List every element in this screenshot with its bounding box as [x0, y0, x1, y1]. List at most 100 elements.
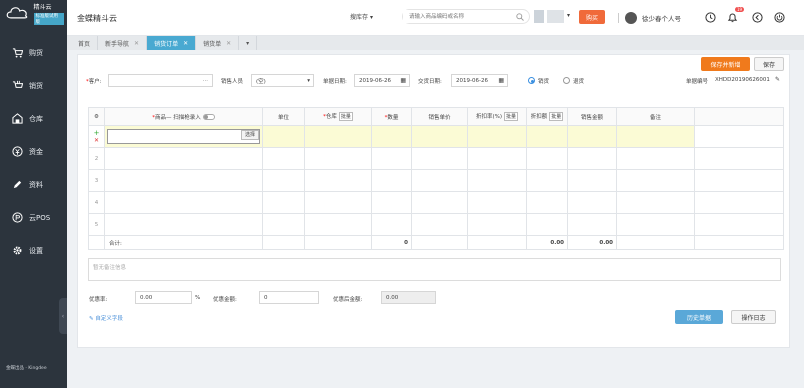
- settings-column-header[interactable]: ⚙: [88, 107, 105, 126]
- sidebar-item-purchase[interactable]: 购货: [0, 36, 67, 69]
- sidebar-item-label: 购货: [29, 48, 43, 57]
- table-row: 3: [88, 169, 784, 192]
- tab-sales-order[interactable]: 销货订单 ✕: [147, 36, 197, 50]
- sidebar-item-pos[interactable]: 云POS: [0, 201, 67, 234]
- col-discount-amount: 折扣额 批量: [526, 107, 568, 126]
- buy-button[interactable]: 购买: [579, 10, 605, 24]
- radio-sell[interactable]: [528, 77, 535, 84]
- row-actions: + ✕: [88, 125, 105, 148]
- total-qty: 0: [371, 235, 412, 250]
- col-product: *商品— 扫描枪录入: [104, 107, 263, 126]
- product-cell[interactable]: 选择: [104, 125, 263, 148]
- price-cell[interactable]: [411, 125, 468, 148]
- remark-textarea[interactable]: 暂无备注信息: [88, 258, 781, 281]
- sidebar-item-funds[interactable]: 资金: [0, 135, 67, 168]
- sidebar-item-label: 资料: [29, 180, 43, 189]
- gear-icon: [13, 246, 22, 255]
- salesperson-label: 销售人员: [221, 79, 244, 85]
- caret-down-icon[interactable]: ▾: [567, 12, 570, 19]
- sidebar-item-sales[interactable]: 销货: [0, 69, 67, 102]
- save-button[interactable]: 保存: [754, 57, 784, 71]
- sidebar-item-label: 销货: [29, 81, 43, 90]
- discount-amount-field[interactable]: 0: [259, 291, 319, 304]
- remark-cell[interactable]: [616, 125, 695, 148]
- col-discount-amount-label: 折扣额: [530, 114, 548, 120]
- tab-bar: 首页 新手导航 ✕ 销货订单 ✕ 销货单 ✕ ▾: [67, 36, 804, 50]
- discount-rate-cell[interactable]: [467, 125, 527, 148]
- clock-icon[interactable]: [705, 12, 716, 23]
- sidebar-item-label: 云POS: [29, 213, 51, 222]
- edit-icon[interactable]: ✎: [775, 76, 780, 83]
- close-icon[interactable]: ✕: [226, 40, 231, 47]
- row-number: 4: [88, 191, 105, 214]
- delete-row-icon[interactable]: ✕: [90, 137, 104, 144]
- back-icon[interactable]: [752, 12, 763, 23]
- doc-date-field[interactable]: 2019-06-26 ▦: [354, 74, 410, 87]
- money-icon: [12, 146, 23, 157]
- tab-label: 销货订单: [154, 40, 179, 48]
- total-label: 合计:: [104, 235, 263, 250]
- user-name[interactable]: 徐少春个人号: [642, 13, 681, 23]
- pen-icon: [13, 180, 22, 189]
- tab-label: 新手导航: [105, 40, 130, 48]
- sales-amount-cell[interactable]: [567, 125, 617, 148]
- tab-home[interactable]: 首页: [71, 36, 99, 50]
- warehouse-cell[interactable]: [304, 125, 372, 148]
- col-product-hint: — 扫描枪录入: [166, 114, 201, 121]
- history-docs-button[interactable]: 历史单据: [675, 310, 723, 324]
- calendar-icon[interactable]: ▦: [400, 77, 406, 84]
- gear-icon[interactable]: ⚙: [94, 114, 99, 120]
- calendar-icon[interactable]: ▦: [498, 77, 504, 84]
- sidebar-item-data[interactable]: 资料: [0, 168, 67, 201]
- close-icon[interactable]: ✕: [134, 40, 139, 47]
- delivery-date-label: 交货日期:: [418, 79, 442, 85]
- bell-icon[interactable]: [727, 12, 738, 23]
- qty-cell[interactable]: [371, 125, 412, 148]
- select-product-button[interactable]: 选择: [240, 130, 259, 140]
- custom-fields-link[interactable]: ✎ 自定义字段: [89, 314, 123, 322]
- customer-label: *客户:: [86, 79, 102, 85]
- search-icon[interactable]: [516, 13, 524, 21]
- sidebar-collapse-handle[interactable]: ‹: [59, 298, 67, 334]
- scanner-toggle[interactable]: [202, 114, 215, 120]
- warehouse-bulk-button[interactable]: 批量: [338, 112, 353, 121]
- sidebar-item-warehouse[interactable]: 仓库: [0, 102, 67, 135]
- delivery-date-field[interactable]: 2019-06-26 ▦: [451, 74, 508, 87]
- search-scope-select[interactable]: 搜库存 ▾: [350, 12, 373, 21]
- customer-field[interactable]: ···: [108, 74, 213, 87]
- avatar[interactable]: [625, 12, 637, 24]
- close-icon[interactable]: ✕: [183, 40, 188, 47]
- radio-return[interactable]: [563, 77, 570, 84]
- unit-cell[interactable]: [262, 125, 305, 148]
- tab-onboarding[interactable]: 新手导航 ✕: [98, 36, 148, 50]
- salesperson-select[interactable]: (空) ▾: [251, 74, 314, 87]
- caret-down-icon: ▾: [369, 14, 373, 21]
- table-row: 5: [88, 213, 784, 236]
- discount-rate-field[interactable]: 0.00: [135, 291, 192, 304]
- account-avatar-blurred[interactable]: [534, 10, 544, 23]
- col-qty-label: 数量: [387, 114, 399, 121]
- ellipsis-icon[interactable]: ···: [203, 78, 208, 84]
- app-title: 金蝶精斗云: [77, 14, 117, 23]
- product-input[interactable]: [107, 129, 260, 144]
- discount-amount-cell[interactable]: [526, 125, 568, 148]
- discount-amount-bulk-button[interactable]: 批量: [549, 112, 564, 121]
- tab-more[interactable]: ▾: [239, 36, 258, 50]
- power-icon[interactable]: [774, 12, 785, 23]
- operation-log-button[interactable]: 操作日志: [731, 310, 776, 324]
- add-row-icon[interactable]: +: [90, 129, 104, 137]
- after-discount-field: 0.00: [381, 291, 436, 304]
- sidebar: 精斗云 标准版试用版 购货 销货 仓库 资金 资料 云POS 设置 ‹ 金蝶出品…: [0, 0, 67, 388]
- discount-rate-bulk-button[interactable]: 批量: [504, 112, 519, 121]
- search-box: [402, 9, 530, 24]
- discount-rate-unit: %: [195, 295, 201, 301]
- total-discount-amount: 0.00: [526, 235, 568, 250]
- save-and-new-button[interactable]: 保存并新增: [701, 57, 750, 71]
- sidebar-item-settings[interactable]: 设置: [0, 234, 67, 267]
- search-input[interactable]: [403, 10, 503, 23]
- sidebar-item-label: 仓库: [29, 114, 43, 123]
- logo-name: 精斗云: [33, 4, 52, 11]
- account-name-blurred[interactable]: [547, 10, 564, 23]
- col-filler: [694, 107, 784, 126]
- tab-sales-slip[interactable]: 销货单 ✕: [196, 36, 240, 50]
